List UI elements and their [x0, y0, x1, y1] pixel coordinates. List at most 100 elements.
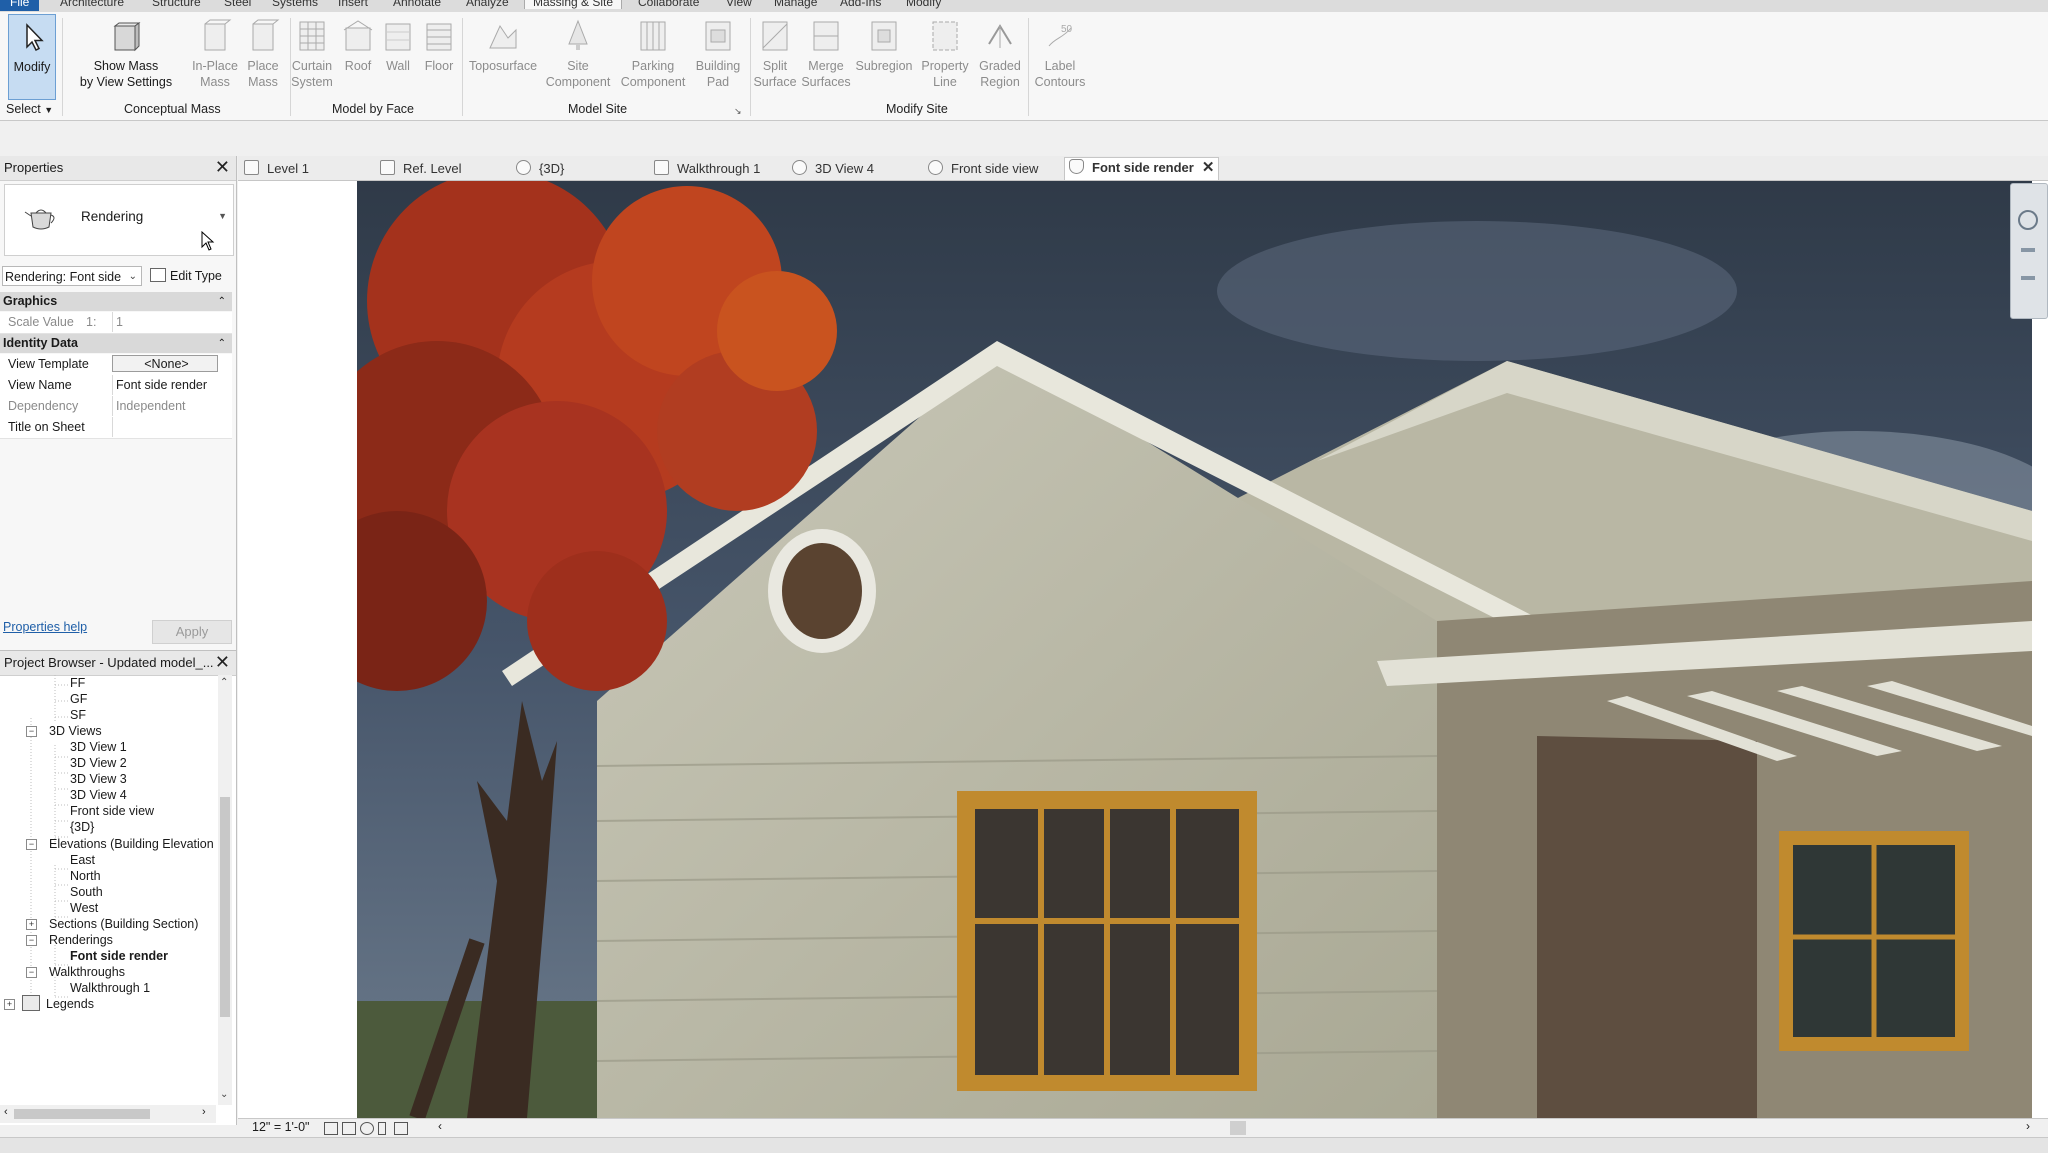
drawing-canvas[interactable] [238, 181, 2048, 1118]
tab-collaborate[interactable]: Collaborate [638, 0, 699, 9]
in-place-mass-button[interactable]: In-Place Mass [188, 14, 242, 90]
view-tab-walkthrough-1[interactable]: Walkthrough 1 [654, 159, 760, 179]
dialog-launcher-icon[interactable]: ↘ [734, 106, 742, 117]
view-tab-ref-level[interactable]: Ref. Level [380, 159, 462, 179]
in-place-mass-icon [204, 19, 232, 51]
collapse-toggle-icon[interactable]: − [26, 967, 37, 978]
close-icon[interactable]: ✕ [215, 157, 230, 178]
scroll-up-icon[interactable]: ⌃ [220, 677, 228, 688]
view-tab-3d[interactable]: {3D} [516, 159, 564, 179]
building-pad-button[interactable]: Building Pad [692, 14, 744, 90]
legends-icon [22, 995, 40, 1011]
plan-view-icon [380, 160, 395, 175]
scale-value[interactable]: 1 [112, 312, 218, 332]
tab-view[interactable]: View [726, 0, 752, 9]
visual-style-icon[interactable] [342, 1122, 356, 1135]
apply-button[interactable]: Apply [152, 620, 232, 644]
scroll-down-icon[interactable]: ⌄ [220, 1089, 228, 1100]
merge-surfaces-button[interactable]: Merge Surfaces [800, 14, 852, 90]
view-tab-font-side-render[interactable]: Font side render ✕ [1064, 157, 1220, 180]
type-selector[interactable]: Rendering ▼ [4, 184, 234, 256]
close-icon[interactable]: ✕ [215, 652, 230, 673]
curtain-system-button[interactable]: Curtain System [290, 14, 334, 90]
view-scale[interactable]: 12" = 1'-0" [252, 1120, 309, 1134]
collapse-toggle-icon[interactable]: − [26, 726, 37, 737]
curtain-system-label-1: Curtain [291, 59, 333, 73]
view-name-field[interactable]: Font side render [112, 375, 218, 395]
wall-by-face-button[interactable]: Wall [380, 14, 416, 74]
floor-by-face-button[interactable]: Floor [420, 14, 458, 74]
properties-help-link[interactable]: Properties help [3, 620, 87, 634]
tab-analyze[interactable]: Analyze [466, 0, 509, 9]
tab-annotate[interactable]: Annotate [393, 0, 441, 9]
navigation-bar[interactable] [2010, 183, 2048, 319]
detail-level-icon[interactable] [324, 1122, 338, 1135]
view-tab-label: Walkthrough 1 [677, 161, 761, 176]
view-tab-front-side-view[interactable]: Front side view [928, 159, 1038, 179]
tab-add-ins[interactable]: Add-Ins [840, 0, 881, 9]
show-mass-button[interactable]: Show Mass by View Settings [74, 14, 178, 90]
property-row-view-template: View Template <None> [0, 354, 232, 376]
tab-massing-site[interactable]: Massing & Site [524, 0, 623, 9]
scroll-left-icon[interactable]: ‹ [4, 1106, 8, 1118]
scroll-left-icon[interactable]: ‹ [438, 1119, 442, 1133]
mouse-cursor-icon [201, 231, 215, 251]
property-row-view-name: View Name Font side render [0, 375, 232, 397]
site-component-button[interactable]: Site Component [540, 14, 616, 90]
tab-manage[interactable]: Manage [774, 0, 817, 9]
scroll-thumb[interactable] [220, 797, 230, 1017]
group-identity-data[interactable]: Identity Data ⌃ [0, 334, 232, 353]
scroll-right-icon[interactable]: › [202, 1106, 206, 1118]
scroll-right-icon[interactable]: › [2026, 1119, 2030, 1133]
label-contours-label-2: Contours [1034, 75, 1086, 89]
select-dropdown[interactable]: Select ▼ [6, 102, 53, 116]
group-graphics[interactable]: Graphics ⌃ [0, 292, 232, 311]
sun-path-icon[interactable] [360, 1122, 374, 1135]
title-on-sheet-field[interactable] [112, 417, 218, 437]
scroll-thumb[interactable] [14, 1109, 150, 1119]
split-surface-button[interactable]: Split Surface [752, 14, 798, 90]
place-mass-button[interactable]: Place Mass [244, 14, 282, 90]
in-place-mass-label-1: In-Place [192, 59, 238, 73]
tree-item-legends[interactable]: Legends [46, 994, 94, 1014]
floor-label: Floor [424, 59, 454, 73]
view-template-button[interactable]: <None> [112, 355, 218, 372]
roof-by-face-button[interactable]: Roof [340, 14, 376, 74]
tab-systems[interactable]: Systems [272, 0, 318, 9]
view-tab-3d-view-4[interactable]: 3D View 4 [792, 159, 874, 179]
parking-component-button[interactable]: Parking Component [616, 14, 690, 90]
parking-component-label-1: Parking [631, 59, 675, 73]
instance-filter-select[interactable]: Rendering: Font side ⌄ [2, 266, 142, 286]
tab-modify[interactable]: Modify [906, 0, 941, 9]
tab-structure[interactable]: Structure [152, 0, 201, 9]
edit-type-button[interactable]: Edit Type [150, 266, 222, 286]
expand-toggle-icon[interactable]: + [4, 999, 15, 1010]
browser-horizontal-scrollbar[interactable]: ‹ › [0, 1105, 216, 1123]
chevron-down-icon[interactable]: ▼ [218, 211, 227, 221]
view-tab-level-1[interactable]: Level 1 [244, 159, 309, 179]
tab-steel[interactable]: Steel [224, 0, 251, 9]
collapse-toggle-icon[interactable]: − [26, 935, 37, 946]
tab-file[interactable]: File [0, 0, 40, 11]
tab-insert[interactable]: Insert [338, 0, 368, 9]
mass-box-icon [113, 22, 141, 52]
show-mass-label-2: by View Settings [79, 75, 173, 89]
close-icon[interactable]: ✕ [1202, 159, 1215, 176]
floor-icon [426, 23, 452, 51]
subregion-button[interactable]: Subregion [852, 14, 916, 74]
canvas-scroll-thumb[interactable] [1230, 1121, 1246, 1135]
graded-region-button[interactable]: Graded Region [974, 14, 1026, 90]
property-line-button[interactable]: Property Line [916, 14, 974, 90]
ribbon-panel: Modify Select ▼ Show Mass by View Settin… [0, 12, 2048, 121]
crop-view-icon[interactable] [394, 1122, 408, 1135]
browser-vertical-scrollbar[interactable]: ⌃ ⌄ [218, 675, 232, 1105]
type-name: Rendering [81, 209, 144, 224]
shadows-icon[interactable] [378, 1122, 386, 1135]
modify-button[interactable]: Modify [8, 14, 56, 100]
label-contours-button[interactable]: 50 Label Contours [1030, 14, 1090, 90]
collapse-icon: ⌃ [217, 296, 226, 307]
toposurface-button[interactable]: Toposurface [466, 14, 540, 74]
expand-toggle-icon[interactable]: + [26, 919, 37, 930]
collapse-toggle-icon[interactable]: − [26, 839, 37, 850]
tab-architecture[interactable]: Architecture [60, 0, 124, 9]
